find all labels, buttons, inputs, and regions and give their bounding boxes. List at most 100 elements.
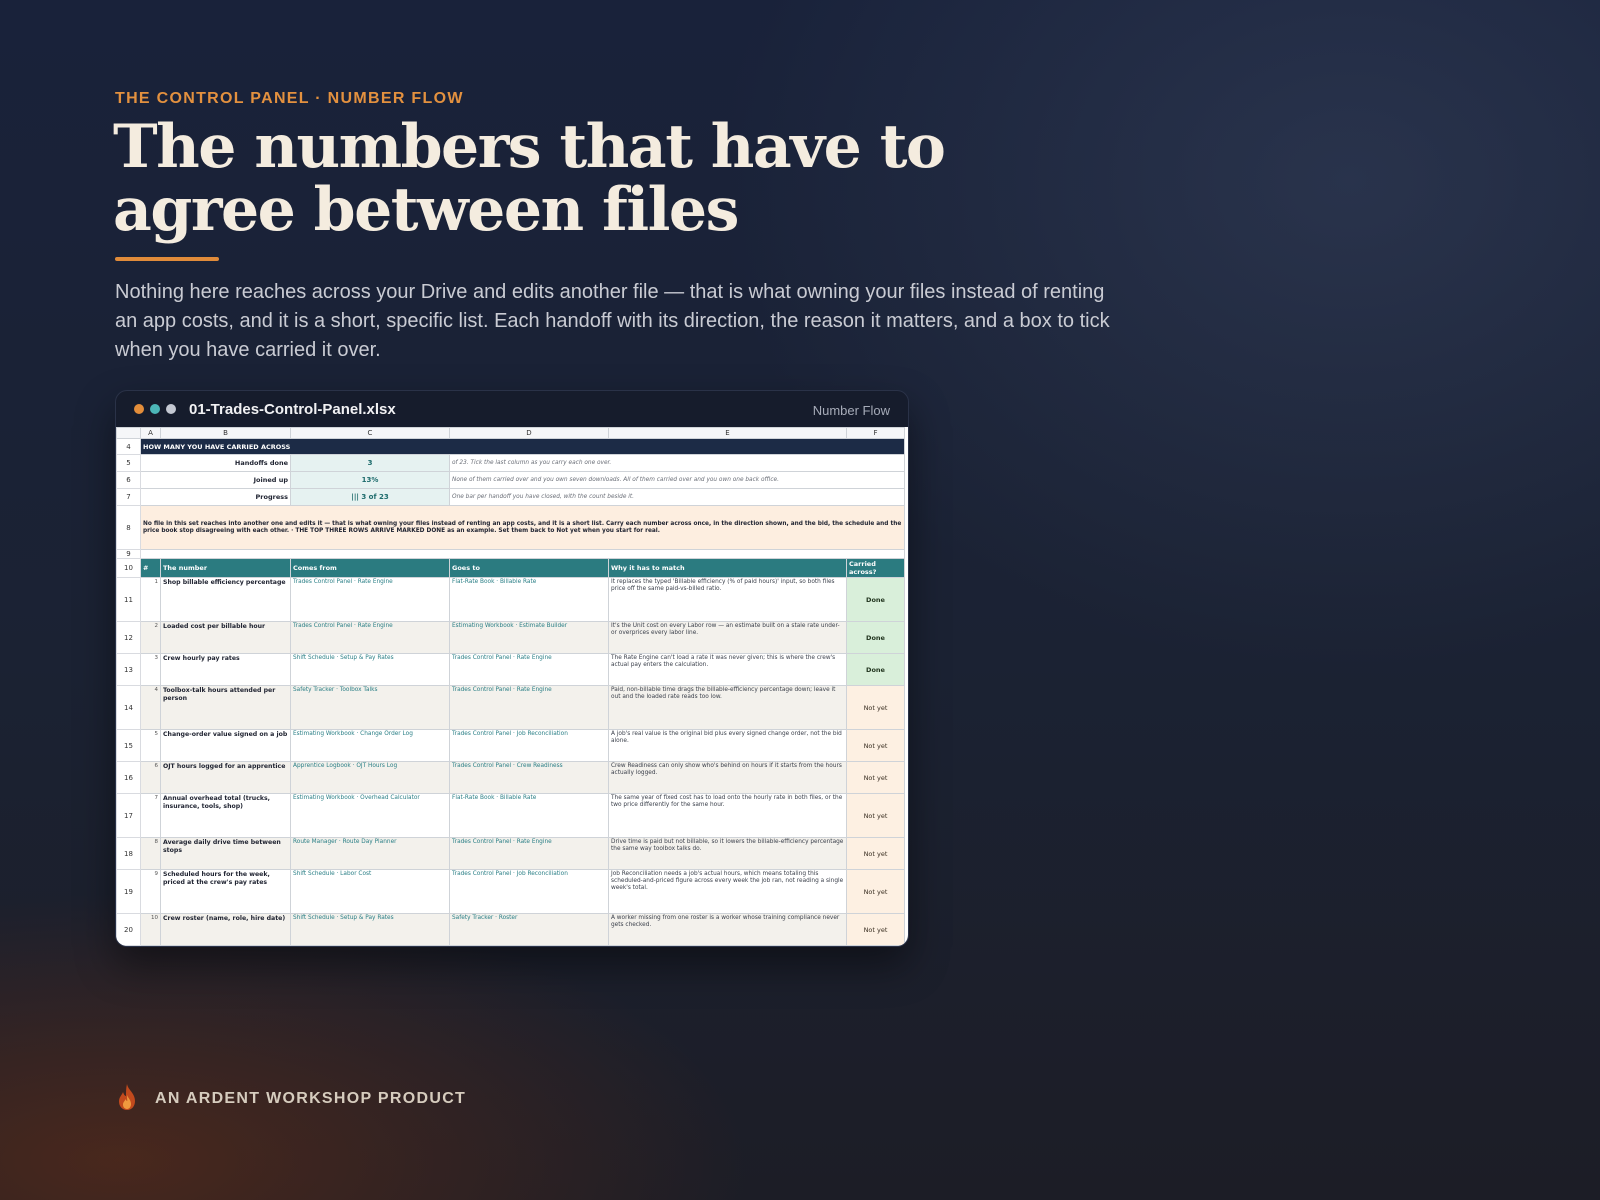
comes-from-cell[interactable]: Trades Control Panel · Rate Engine	[290, 621, 450, 654]
goes-to-cell[interactable]: Trades Control Panel · Rate Engine	[449, 837, 609, 870]
handoff-index[interactable]: 10	[140, 913, 161, 946]
summary-value[interactable]: ||| 3 of 23	[290, 488, 450, 506]
why-cell[interactable]: Drive time is paid but not billable, so …	[608, 837, 847, 870]
sheet-tab-label[interactable]: Number Flow	[813, 403, 890, 418]
goes-to-cell[interactable]: Flat-Rate Book · Billable Rate	[449, 793, 609, 838]
carried-status-cell[interactable]: Not yet	[846, 729, 905, 762]
comes-from-cell[interactable]: Trades Control Panel · Rate Engine	[290, 577, 450, 622]
summary-note[interactable]: One bar per handoff you have closed, wit…	[449, 488, 905, 506]
number-name-cell[interactable]: Change-order value signed on a job	[160, 729, 291, 762]
carried-status-cell[interactable]: Not yet	[846, 913, 905, 946]
comes-from-cell[interactable]: Shift Schedule · Labor Cost	[290, 869, 450, 914]
row-number[interactable]: 11	[116, 577, 141, 622]
why-cell[interactable]: It replaces the typed 'Billable efficien…	[608, 577, 847, 622]
blank-cell[interactable]	[140, 549, 905, 559]
carried-status-cell[interactable]: Not yet	[846, 793, 905, 838]
goes-to-cell[interactable]: Flat-Rate Book · Billable Rate	[449, 577, 609, 622]
carried-status-cell[interactable]: Done	[846, 577, 905, 622]
comes-from-cell[interactable]: Apprentice Logbook · OJT Hours Log	[290, 761, 450, 794]
handoff-index[interactable]: 3	[140, 653, 161, 686]
goes-to-cell[interactable]: Trades Control Panel · Job Reconciliatio…	[449, 729, 609, 762]
goes-to-cell[interactable]: Trades Control Panel · Rate Engine	[449, 685, 609, 730]
handoff-index[interactable]: 5	[140, 729, 161, 762]
comes-from-cell[interactable]: Safety Tracker · Toolbox Talks	[290, 685, 450, 730]
row-number[interactable]: 19	[116, 869, 141, 914]
row-number[interactable]: 13	[116, 653, 141, 686]
row-number[interactable]: 15	[116, 729, 141, 762]
handoff-index[interactable]: 9	[140, 869, 161, 914]
why-cell[interactable]: It's the Unit cost on every Labor row — …	[608, 621, 847, 654]
summary-label[interactable]: Joined up	[140, 471, 291, 489]
carried-status-cell[interactable]: Done	[846, 653, 905, 686]
comes-from-cell[interactable]: Estimating Workbook · Overhead Calculato…	[290, 793, 450, 838]
row-number[interactable]: 20	[116, 913, 141, 946]
handoff-index[interactable]: 1	[140, 577, 161, 622]
row-number[interactable]: 17	[116, 793, 141, 838]
header-number[interactable]: The number	[160, 558, 291, 578]
why-cell[interactable]: Paid, non-billable time drags the billab…	[608, 685, 847, 730]
why-cell[interactable]: The Rate Engine can't load a rate it was…	[608, 653, 847, 686]
row-number[interactable]: 18	[116, 837, 141, 870]
number-name-cell[interactable]: Crew roster (name, role, hire date)	[160, 913, 291, 946]
carried-status-cell[interactable]: Not yet	[846, 837, 905, 870]
row-number[interactable]: 10	[116, 558, 141, 578]
handoff-index[interactable]: 7	[140, 793, 161, 838]
number-name-cell[interactable]: Shop billable efficiency percentage	[160, 577, 291, 622]
band-title[interactable]: HOW MANY YOU HAVE CARRIED ACROSS	[140, 438, 905, 455]
row-number[interactable]: 16	[116, 761, 141, 794]
row-number[interactable]: 5	[116, 454, 141, 472]
corner-cell[interactable]	[116, 427, 141, 439]
row-number[interactable]: 4	[116, 438, 141, 455]
header-comes-from[interactable]: Comes from	[290, 558, 450, 578]
carried-status-cell[interactable]: Not yet	[846, 685, 905, 730]
number-name-cell[interactable]: Toolbox-talk hours attended per person	[160, 685, 291, 730]
handoff-index[interactable]: 8	[140, 837, 161, 870]
comes-from-cell[interactable]: Shift Schedule · Setup & Pay Rates	[290, 913, 450, 946]
goes-to-cell[interactable]: Trades Control Panel · Crew Readiness	[449, 761, 609, 794]
row-number[interactable]: 9	[116, 549, 141, 559]
column-header-c[interactable]: C	[290, 427, 450, 439]
comes-from-cell[interactable]: Shift Schedule · Setup & Pay Rates	[290, 653, 450, 686]
carried-status-cell[interactable]: Not yet	[846, 761, 905, 794]
row-number[interactable]: 8	[116, 505, 141, 550]
instructions-note[interactable]: No file in this set reaches into another…	[140, 505, 905, 550]
why-cell[interactable]: The same year of fixed cost has to load …	[608, 793, 847, 838]
summary-note[interactable]: of 23. Tick the last column as you carry…	[449, 454, 905, 472]
summary-note[interactable]: None of them carried over and you own se…	[449, 471, 905, 489]
handoff-index[interactable]: 6	[140, 761, 161, 794]
row-number[interactable]: 6	[116, 471, 141, 489]
why-cell[interactable]: Job Reconciliation needs a job's actual …	[608, 869, 847, 914]
column-header-b[interactable]: B	[160, 427, 291, 439]
column-header-a[interactable]: A	[140, 427, 161, 439]
handoff-index[interactable]: 4	[140, 685, 161, 730]
goes-to-cell[interactable]: Trades Control Panel · Rate Engine	[449, 653, 609, 686]
carried-status-cell[interactable]: Not yet	[846, 869, 905, 914]
why-cell[interactable]: A worker missing from one roster is a wo…	[608, 913, 847, 946]
column-header-e[interactable]: E	[608, 427, 847, 439]
number-name-cell[interactable]: Scheduled hours for the week, priced at …	[160, 869, 291, 914]
goes-to-cell[interactable]: Trades Control Panel · Job Reconciliatio…	[449, 869, 609, 914]
number-name-cell[interactable]: Annual overhead total (trucks, insurance…	[160, 793, 291, 838]
why-cell[interactable]: Crew Readiness can only show who's behin…	[608, 761, 847, 794]
goes-to-cell[interactable]: Safety Tracker · Roster	[449, 913, 609, 946]
header-carried-across[interactable]: Carried across?	[846, 558, 905, 578]
comes-from-cell[interactable]: Route Manager · Route Day Planner	[290, 837, 450, 870]
row-number[interactable]: 14	[116, 685, 141, 730]
header-goes-to[interactable]: Goes to	[449, 558, 609, 578]
column-header-f[interactable]: F	[846, 427, 905, 439]
column-header-d[interactable]: D	[449, 427, 609, 439]
carried-status-cell[interactable]: Done	[846, 621, 905, 654]
comes-from-cell[interactable]: Estimating Workbook · Change Order Log	[290, 729, 450, 762]
number-name-cell[interactable]: Crew hourly pay rates	[160, 653, 291, 686]
row-number[interactable]: 12	[116, 621, 141, 654]
why-cell[interactable]: A job's real value is the original bid p…	[608, 729, 847, 762]
summary-value[interactable]: 13%	[290, 471, 450, 489]
number-name-cell[interactable]: Average daily drive time between stops	[160, 837, 291, 870]
summary-label[interactable]: Handoffs done	[140, 454, 291, 472]
handoff-index[interactable]: 2	[140, 621, 161, 654]
goes-to-cell[interactable]: Estimating Workbook · Estimate Builder	[449, 621, 609, 654]
row-number[interactable]: 7	[116, 488, 141, 506]
number-name-cell[interactable]: Loaded cost per billable hour	[160, 621, 291, 654]
header-why[interactable]: Why it has to match	[608, 558, 847, 578]
header-num[interactable]: #	[140, 558, 161, 578]
